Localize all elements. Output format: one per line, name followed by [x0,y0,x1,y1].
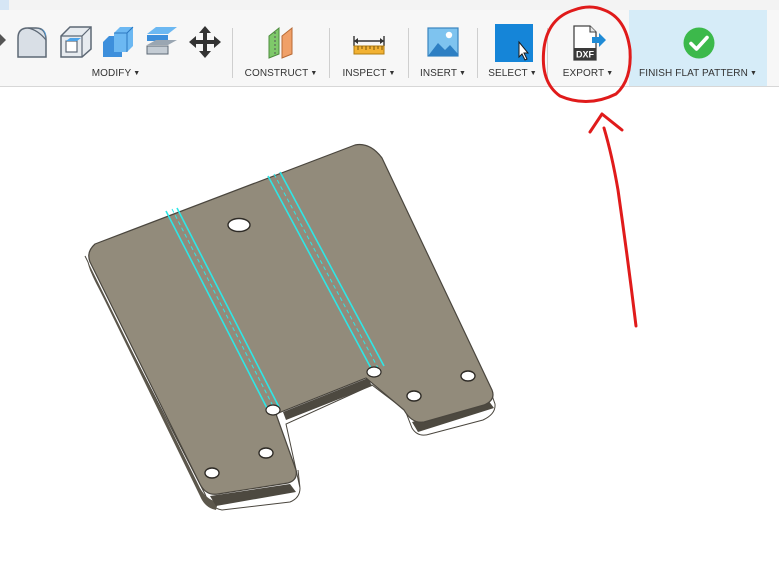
select-caret-icon: ▼ [529,70,537,77]
fillet-icon[interactable] [14,24,50,60]
export-caret-icon: ▼ [606,70,614,77]
export-icons: DXF [548,24,628,64]
insert-caret-icon: ▼ [459,70,467,77]
dxf-icon-text: DXF [576,50,595,60]
move-icon[interactable] [187,24,223,60]
insert-image-icon[interactable] [425,24,461,60]
offset-plane-icon[interactable] [263,24,299,60]
title-strip [0,0,779,12]
inspect-label: INSPECT ▼ [342,68,396,79]
shell-icon[interactable] [58,24,94,60]
scroll-left-icon[interactable] [0,32,6,48]
modify-icons [0,24,232,64]
flat-pattern-part[interactable] [84,143,496,511]
export-label: EXPORT ▼ [562,68,614,79]
finish-caret-icon: ▼ [749,70,757,77]
inspect-caret-icon: ▼ [388,70,396,77]
modify-caret-icon: ▼ [133,70,141,77]
offset-face-icon[interactable] [144,24,180,60]
combine-icon[interactable] [100,24,136,60]
insert-group[interactable]: INSERT ▼ [409,10,477,86]
inspect-icons [330,24,408,64]
construct-group[interactable]: CONSTRUCT ▼ [233,10,329,86]
measure-icon[interactable] [351,24,387,60]
modify-group[interactable]: MODIFY ▼ [0,10,232,86]
inspect-group[interactable]: INSPECT ▼ [330,10,408,86]
construct-label: CONSTRUCT ▼ [244,68,318,79]
export-dxf-icon[interactable]: DXF [570,24,608,62]
model-viewport[interactable] [0,86,779,576]
finish-icons [629,24,767,64]
export-group[interactable]: DXF EXPORT ▼ [548,10,628,86]
insert-icons [409,24,477,64]
select-group[interactable]: SELECT ▼ [478,10,547,86]
finish-check-icon[interactable] [682,26,716,60]
finish-label: FINISH FLAT PATTERN ▼ [639,68,757,79]
select-label: SELECT ▼ [488,68,537,79]
select-icons [478,24,547,64]
finish-flat-pattern-button[interactable]: FINISH FLAT PATTERN ▼ [629,10,767,86]
construct-icons [233,24,329,64]
ribbon-toolbar: MODIFY ▼ CONSTRUCT ▼ INSPECT ▼ INSERT ▼ … [0,10,779,87]
modify-label: MODIFY ▼ [91,68,141,79]
select-icon[interactable] [495,24,533,62]
construct-caret-icon: ▼ [310,70,318,77]
insert-label: INSERT ▼ [419,68,467,79]
